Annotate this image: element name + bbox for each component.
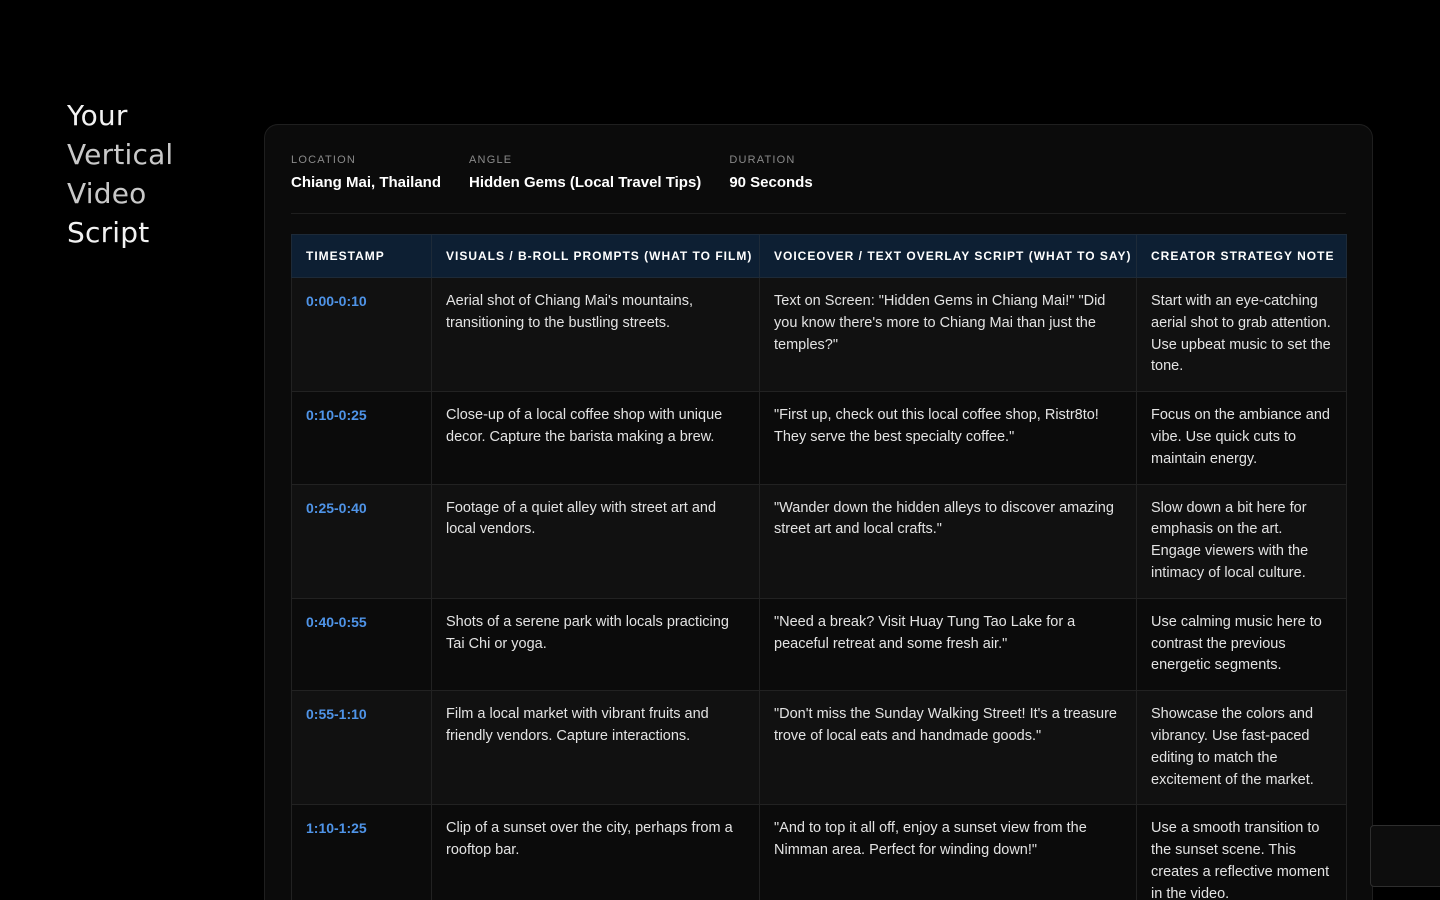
table-header-row: TIMESTAMP VISUALS / B-ROLL PROMPTS (WHAT… bbox=[291, 234, 1347, 278]
table-row: 1:10-1:25 Clip of a sunset over the city… bbox=[291, 804, 1347, 900]
cell-timestamp: 0:25-0:40 bbox=[291, 483, 432, 599]
meta-duration-value: 90 Seconds bbox=[729, 174, 813, 191]
cell-strategy-note: Use a smooth transition to the sunset sc… bbox=[1136, 804, 1347, 900]
cell-timestamp: 0:00-0:10 bbox=[291, 276, 432, 393]
page-title-line-3: Video bbox=[67, 177, 147, 210]
cell-voiceover: "Wander down the hidden alleys to discov… bbox=[759, 483, 1137, 599]
script-table-wrap: TIMESTAMP VISUALS / B-ROLL PROMPTS (WHAT… bbox=[291, 234, 1347, 900]
corner-widget[interactable] bbox=[1370, 825, 1440, 887]
table-row: 0:55-1:10 Film a local market with vibra… bbox=[291, 690, 1347, 806]
header-strategy-note: CREATOR STRATEGY NOTE bbox=[1136, 234, 1347, 278]
cell-visuals: Footage of a quiet alley with street art… bbox=[431, 483, 760, 599]
meta-duration-label: DURATION bbox=[729, 154, 796, 166]
cell-voiceover: "Don't miss the Sunday Walking Street! I… bbox=[759, 690, 1137, 806]
table-row: 0:25-0:40 Footage of a quiet alley with … bbox=[291, 483, 1347, 599]
script-table: TIMESTAMP VISUALS / B-ROLL PROMPTS (WHAT… bbox=[291, 234, 1347, 900]
cell-visuals: Close-up of a local coffee shop with uni… bbox=[431, 391, 760, 485]
header-timestamp: TIMESTAMP bbox=[291, 234, 432, 278]
cell-strategy-note: Focus on the ambiance and vibe. Use quic… bbox=[1136, 391, 1347, 485]
cell-voiceover: "And to top it all off, enjoy a sunset v… bbox=[759, 804, 1137, 900]
table-row: 0:10-0:25 Close-up of a local coffee sho… bbox=[291, 391, 1347, 485]
cell-visuals: Clip of a sunset over the city, perhaps … bbox=[431, 804, 760, 900]
header-voiceover: VOICEOVER / TEXT OVERLAY SCRIPT (WHAT TO… bbox=[759, 234, 1137, 278]
meta-location-label: LOCATION bbox=[291, 154, 357, 166]
meta-angle-value: Hidden Gems (Local Travel Tips) bbox=[469, 174, 702, 191]
page-title-line-2: Vertical bbox=[67, 138, 174, 171]
cell-strategy-note: Showcase the colors and vibrancy. Use fa… bbox=[1136, 690, 1347, 806]
page: Your Vertical Video Script LOCATION Chia… bbox=[0, 0, 1440, 900]
meta-angle: ANGLE Hidden Gems (Local Travel Tips) bbox=[469, 151, 701, 191]
meta-duration: DURATION 90 Seconds bbox=[729, 151, 812, 191]
meta-location: LOCATION Chiang Mai, Thailand bbox=[291, 151, 441, 191]
cell-timestamp: 1:10-1:25 bbox=[291, 804, 432, 900]
page-title-line-4: Script bbox=[67, 216, 150, 249]
meta-location-value: Chiang Mai, Thailand bbox=[291, 174, 442, 191]
header-visuals: VISUALS / B-ROLL PROMPTS (WHAT TO FILM) bbox=[431, 234, 760, 278]
cell-timestamp: 0:10-0:25 bbox=[291, 391, 432, 485]
cell-visuals: Film a local market with vibrant fruits … bbox=[431, 690, 760, 806]
cell-strategy-note: Slow down a bit here for emphasis on the… bbox=[1136, 483, 1347, 599]
cell-voiceover: "First up, check out this local coffee s… bbox=[759, 391, 1137, 485]
page-title-line-1: Your bbox=[67, 99, 128, 132]
cell-voiceover: Text on Screen: "Hidden Gems in Chiang M… bbox=[759, 276, 1137, 393]
cell-strategy-note: Use calming music here to contrast the p… bbox=[1136, 597, 1347, 692]
table-row: 0:00-0:10 Aerial shot of Chiang Mai's mo… bbox=[291, 276, 1347, 393]
cell-timestamp: 0:40-0:55 bbox=[291, 597, 432, 692]
cell-visuals: Shots of a serene park with locals pract… bbox=[431, 597, 760, 692]
page-title: Your Vertical Video Script bbox=[67, 96, 227, 252]
cell-voiceover: "Need a break? Visit Huay Tung Tao Lake … bbox=[759, 597, 1137, 692]
script-meta: LOCATION Chiang Mai, Thailand ANGLE Hidd… bbox=[291, 151, 1346, 214]
script-card: LOCATION Chiang Mai, Thailand ANGLE Hidd… bbox=[264, 124, 1373, 900]
cell-strategy-note: Start with an eye-catching aerial shot t… bbox=[1136, 276, 1347, 393]
cell-timestamp: 0:55-1:10 bbox=[291, 690, 432, 806]
cell-visuals: Aerial shot of Chiang Mai's mountains, t… bbox=[431, 276, 760, 393]
meta-angle-label: ANGLE bbox=[469, 154, 513, 166]
table-row: 0:40-0:55 Shots of a serene park with lo… bbox=[291, 597, 1347, 692]
